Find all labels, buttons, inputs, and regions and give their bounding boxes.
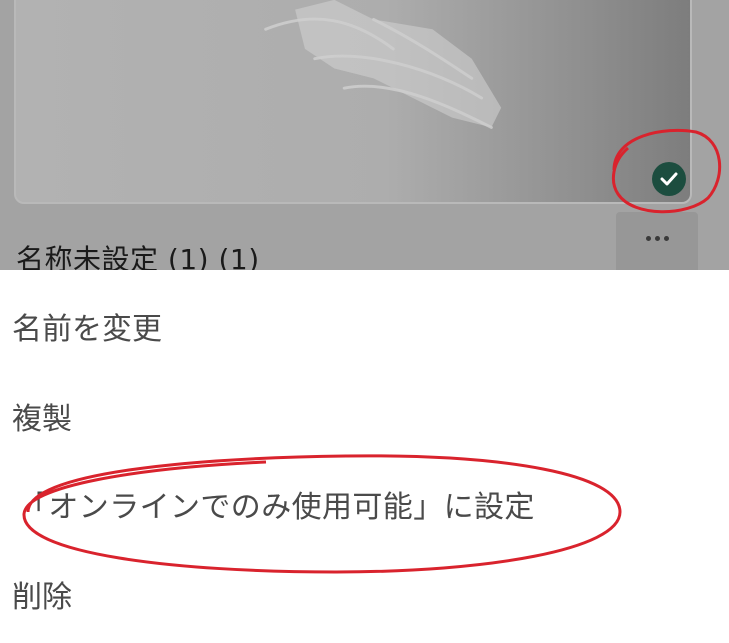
action-sheet: 名前を変更 複製 「オンラインでのみ使用可能」に設定 削除 [0, 270, 729, 643]
menu-item-duplicate[interactable]: 複製 [12, 394, 72, 438]
sketch-preview [264, 0, 502, 129]
dimmed-overlay[interactable]: 名称未設定 (1) (1) [0, 0, 729, 270]
screen: 名称未設定 (1) (1) 名前を変更 複製 「オンラインでのみ使用可能」に設定… [0, 0, 729, 643]
file-thumbnail[interactable] [14, 0, 692, 204]
more-options-button[interactable] [616, 212, 698, 270]
menu-item-delete[interactable]: 削除 [12, 572, 72, 616]
menu-item-rename[interactable]: 名前を変更 [12, 304, 162, 348]
file-name: 名称未設定 (1) (1) [16, 243, 260, 270]
menu-item-online-only[interactable]: 「オンラインでのみ使用可能」に設定 [18, 482, 535, 526]
ellipsis-icon [645, 236, 669, 241]
check-circle-icon [652, 162, 686, 196]
